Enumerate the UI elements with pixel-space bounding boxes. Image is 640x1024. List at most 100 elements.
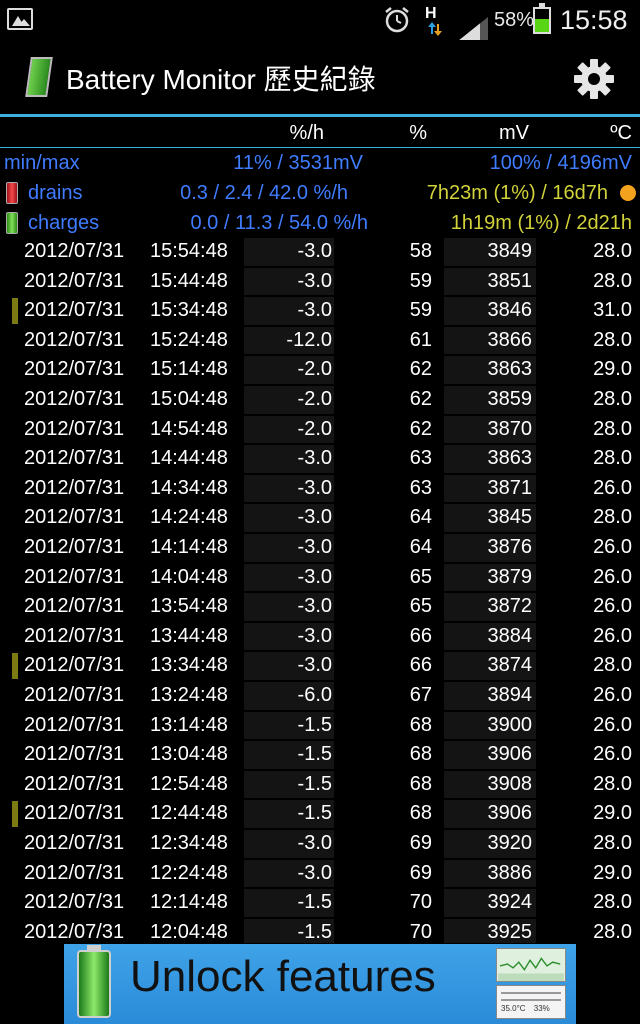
row-time: 15:24:48 xyxy=(150,328,228,351)
row-time: 15:14:48 xyxy=(150,358,228,381)
history-row: 2012/07/31 12:14:48 -1.5 70 3924 28.0 xyxy=(0,888,640,918)
row-mv: 3894 xyxy=(487,684,533,706)
summary-charges: charges 0.0 / 11.3 / 54.0 %/h 1h19m (1%)… xyxy=(0,208,640,238)
charges-label: charges xyxy=(28,212,100,234)
row-mv: 3845 xyxy=(487,506,533,529)
app-battery-icon xyxy=(25,57,53,97)
row-mv: 3900 xyxy=(487,713,533,736)
history-list[interactable]: 2012/07/31 15:54:48 -3.0 58 3849 28.0 2012/07/… xyxy=(0,237,640,943)
row-mv: 3872 xyxy=(487,595,533,618)
row-rate: -2.0 xyxy=(297,388,332,410)
summary-minmax: min/max 11% / 3531mV 100% / 4196mV xyxy=(0,148,640,178)
row-percent: 65 xyxy=(409,595,432,618)
row-temp: 28.0 xyxy=(593,388,632,410)
clock: 15:58 xyxy=(560,5,628,35)
history-row: 2012/07/31 13:54:48 -3.0 65 3872 26.0 xyxy=(0,592,640,622)
row-rate: -3.0 xyxy=(297,447,332,470)
row-temp: 28.0 xyxy=(593,832,632,854)
row-mv: 3876 xyxy=(487,536,533,558)
row-temp: 29.0 xyxy=(593,861,632,884)
row-time: 14:24:48 xyxy=(150,506,228,529)
row-temp: 26.0 xyxy=(593,684,632,706)
row-percent: 64 xyxy=(409,536,432,558)
column-header: %/h % mV ºC xyxy=(0,118,640,148)
row-time: 14:54:48 xyxy=(150,417,228,440)
ad-banner[interactable]: Unlock features 35.0°C 33% xyxy=(64,944,576,1024)
row-rate: -12.0 xyxy=(286,328,332,351)
row-rate: -1.5 xyxy=(297,743,332,766)
minmax-label: min/max xyxy=(4,152,80,174)
history-row: 2012/07/31 13:34:48 -3.0 66 3874 28.0 xyxy=(0,651,640,681)
row-time: 12:34:48 xyxy=(150,832,228,854)
face-icon xyxy=(620,185,636,201)
row-date: 2012/07/31 xyxy=(24,654,125,677)
row-mv: 3851 xyxy=(487,269,533,292)
row-date: 2012/07/31 xyxy=(24,299,125,322)
history-row: 2012/07/31 15:44:48 -3.0 59 3851 28.0 xyxy=(0,267,640,297)
row-date: 2012/07/31 xyxy=(24,861,125,884)
row-rate: -3.0 xyxy=(297,506,332,529)
row-percent: 70 xyxy=(409,891,432,914)
row-date: 2012/07/31 xyxy=(24,713,125,736)
gear-icon[interactable] xyxy=(572,57,616,101)
status-bar: H 58% 15:58 xyxy=(0,0,640,41)
gallery-icon xyxy=(7,8,33,30)
row-temp: 26.0 xyxy=(593,476,632,499)
row-percent: 68 xyxy=(409,743,432,766)
row-time: 14:34:48 xyxy=(150,476,228,499)
history-row: 2012/07/31 14:54:48 -2.0 62 3870 28.0 xyxy=(0,415,640,445)
history-row: 2012/07/31 13:24:48 -6.0 67 3894 26.0 xyxy=(0,681,640,711)
row-date: 2012/07/31 xyxy=(24,891,125,914)
drains-rates: 0.3 / 2.4 / 42.0 %/h xyxy=(180,182,348,204)
history-row: 2012/07/31 15:54:48 -3.0 58 3849 28.0 xyxy=(0,237,640,267)
history-row: 2012/07/31 14:14:48 -3.0 64 3876 26.0 xyxy=(0,533,640,563)
row-mv: 3884 xyxy=(487,624,533,647)
history-row: 2012/07/31 15:04:48 -2.0 62 3859 28.0 xyxy=(0,385,640,415)
row-marker xyxy=(12,298,18,325)
title-bar: Battery Monitor 歷史紀錄 xyxy=(0,40,640,114)
summary-drains: drains 0.3 / 2.4 / 42.0 %/h 7h23m (1%) /… xyxy=(0,178,640,208)
ad-chart-thumbnail xyxy=(496,948,566,982)
row-percent: 66 xyxy=(409,654,432,677)
row-rate: -3.0 xyxy=(297,832,332,854)
row-percent: 63 xyxy=(409,476,432,499)
row-mv: 3846 xyxy=(487,299,533,322)
row-rate: -3.0 xyxy=(297,240,332,262)
row-temp: 26.0 xyxy=(593,565,632,588)
history-row: 2012/07/31 13:04:48 -1.5 68 3906 26.0 xyxy=(0,740,640,770)
row-temp: 29.0 xyxy=(593,802,632,825)
row-temp: 28.0 xyxy=(593,447,632,470)
row-rate: -3.0 xyxy=(297,861,332,884)
row-rate: -1.5 xyxy=(297,772,332,795)
history-row: 2012/07/31 14:44:48 -3.0 63 3863 28.0 xyxy=(0,444,640,474)
history-row: 2012/07/31 13:44:48 -3.0 66 3884 26.0 xyxy=(0,622,640,652)
header-percent: % xyxy=(409,122,427,144)
charges-rates: 0.0 / 11.3 / 54.0 %/h xyxy=(190,212,368,234)
row-date: 2012/07/31 xyxy=(24,240,125,262)
history-row: 2012/07/31 14:34:48 -3.0 63 3871 26.0 xyxy=(0,474,640,504)
row-temp: 28.0 xyxy=(593,891,632,914)
row-percent: 64 xyxy=(409,506,432,529)
row-mv: 3924 xyxy=(487,891,533,914)
row-percent: 67 xyxy=(409,684,432,706)
network-type-label: H xyxy=(425,0,442,40)
row-time: 13:24:48 xyxy=(150,684,228,706)
row-marker xyxy=(12,653,18,680)
row-rate: -3.0 xyxy=(297,595,332,618)
history-row: 2012/07/31 14:24:48 -3.0 64 3845 28.0 xyxy=(0,503,640,533)
row-date: 2012/07/31 xyxy=(24,476,125,499)
row-time: 15:54:48 xyxy=(150,240,228,262)
row-percent: 62 xyxy=(409,358,432,381)
row-percent: 59 xyxy=(409,299,432,322)
row-time: 12:24:48 xyxy=(150,861,228,884)
row-percent: 65 xyxy=(409,565,432,588)
row-percent: 68 xyxy=(409,772,432,795)
minmax-left: 11% / 3531mV xyxy=(233,152,363,174)
row-rate: -3.0 xyxy=(297,299,332,322)
row-date: 2012/07/31 xyxy=(24,447,125,470)
row-date: 2012/07/31 xyxy=(24,388,125,410)
row-marker xyxy=(12,801,18,828)
row-rate: -6.0 xyxy=(297,684,332,706)
charges-times: 1h19m (1%) / 2d21h xyxy=(450,212,632,234)
history-row: 2012/07/31 12:34:48 -3.0 69 3920 28.0 xyxy=(0,829,640,859)
